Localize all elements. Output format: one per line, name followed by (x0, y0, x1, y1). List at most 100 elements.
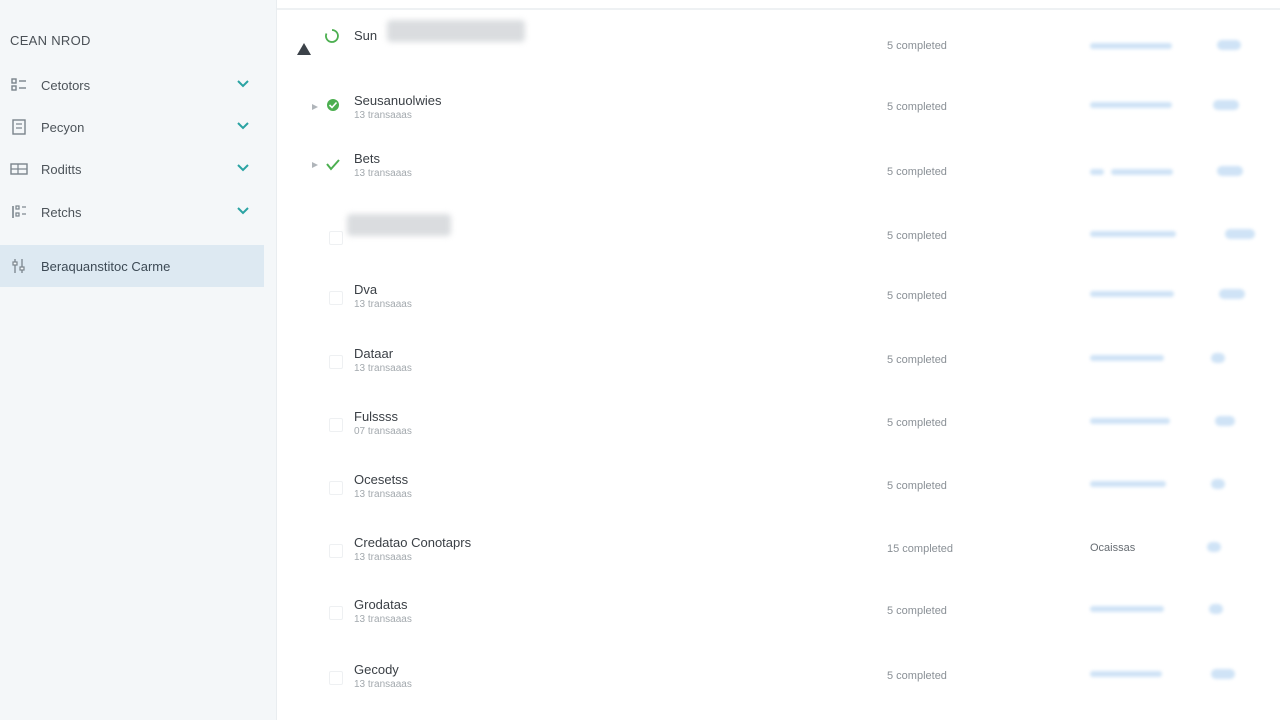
app-window: CEAN NROD Cetotors Pecyon Roditts Retchs… (0, 0, 1280, 720)
columns-icon (10, 203, 28, 221)
chevron-down-icon[interactable] (236, 204, 250, 218)
progress-bar (1090, 102, 1172, 108)
sidebar-item-label: Roditts (41, 161, 82, 177)
list-icon (10, 76, 28, 94)
row-checkbox[interactable] (329, 291, 343, 305)
action-chip[interactable] (1211, 479, 1225, 489)
warning-icon[interactable] (297, 42, 311, 56)
sidebar-header: CEAN NROD (10, 33, 91, 48)
list-item[interactable]: Grodatas 13 transaaas 5 completed (277, 597, 1280, 653)
divider (277, 8, 1280, 10)
sidebar-item-cetotors[interactable]: Cetotors (0, 65, 264, 105)
item-progress: 15 completed (887, 543, 954, 555)
chevron-down-icon[interactable] (236, 119, 250, 133)
list-item[interactable]: Credatao Conotaprs 13 transaaas 15 compl… (277, 535, 1280, 591)
row-checkbox[interactable] (329, 418, 343, 432)
sidebar-item-retchs[interactable]: Retchs (0, 192, 264, 232)
settings-icon (10, 257, 28, 275)
row-checkbox[interactable] (329, 544, 343, 558)
item-name: Dva (354, 282, 378, 297)
item-name: Bets (354, 151, 381, 166)
list-item[interactable]: Dataar 13 transaaas 5 completed (277, 346, 1280, 402)
sidebar-item-label: Cetotors (41, 77, 91, 93)
progress-bar (1111, 169, 1173, 175)
expand-caret-icon[interactable] (311, 161, 319, 169)
item-subtitle: 07 transaaas (354, 426, 412, 437)
action-chip[interactable] (1217, 40, 1241, 50)
sidebar-item-label: Beraquanstitoc Carme (41, 258, 171, 274)
item-name: Credatao Conotaprs (354, 535, 472, 550)
row-checkbox[interactable] (329, 481, 343, 495)
progress-bar (1090, 43, 1172, 49)
progress-bar (1090, 291, 1174, 297)
item-name: Fulssss (354, 409, 399, 424)
row-checkbox[interactable] (329, 671, 343, 685)
list-item[interactable]: Dva 13 transaaas 5 completed (277, 282, 1280, 338)
item-progress: 5 completed (887, 670, 947, 682)
item-subtitle: 13 transaaas (354, 168, 412, 179)
item-name: Dataar (354, 346, 394, 361)
item-subtitle: 13 transaaas (354, 363, 412, 374)
item-subtitle: 13 transaaas (354, 552, 412, 563)
chevron-down-icon[interactable] (236, 77, 250, 91)
redacted-name (347, 214, 451, 236)
sidebar-item-label: Retchs (41, 204, 82, 220)
item-name: Sun (354, 28, 378, 43)
item-progress: 5 completed (887, 417, 947, 429)
action-chip[interactable] (1225, 229, 1255, 239)
sidebar-item-roditts[interactable]: Roditts (0, 149, 264, 189)
action-chip[interactable] (1217, 166, 1243, 176)
progress-bar (1090, 671, 1162, 677)
list-item[interactable]: Ocesetss 13 transaaas 5 completed (277, 472, 1280, 528)
action-chip[interactable] (1211, 669, 1235, 679)
action-chip[interactable] (1209, 604, 1223, 614)
loading-spinner-icon (324, 28, 340, 44)
action-chip[interactable] (1211, 353, 1225, 363)
item-subtitle: 13 transaaas (354, 110, 412, 121)
progress-bar (1090, 231, 1176, 237)
item-name: Gecody (354, 662, 399, 677)
action-chip[interactable] (1213, 100, 1239, 110)
list-item[interactable]: Gecody 13 transaaas 5 completed (277, 662, 1280, 718)
document-icon (10, 118, 28, 136)
progress-bar (1090, 606, 1164, 612)
item-progress: 5 completed (887, 605, 947, 617)
item-name: Ocesetss (354, 472, 409, 487)
item-subtitle: 13 transaaas (354, 614, 412, 625)
item-progress: 5 completed (887, 166, 947, 178)
item-progress: 5 completed (887, 40, 947, 52)
progress-bar (1090, 418, 1170, 424)
item-progress: 5 completed (887, 230, 947, 242)
item-status-text: Ocaissas (1090, 542, 1136, 554)
list-item[interactable]: Seusanuolwies 13 transaaas 5 completed (277, 93, 1280, 149)
list-item[interactable]: Sun 5 completed (277, 20, 1280, 84)
list-item[interactable]: 5 completed (277, 214, 1280, 278)
item-name: Grodatas (354, 597, 408, 612)
action-chip[interactable] (1219, 289, 1245, 299)
list-item[interactable]: Bets 13 transaaas 5 completed (277, 151, 1280, 207)
action-chip[interactable] (1207, 542, 1221, 552)
action-chip[interactable] (1215, 416, 1235, 426)
sidebar-item-active[interactable]: Beraquanstitoc Carme (0, 245, 264, 287)
progress-bar (1090, 355, 1164, 361)
row-checkbox[interactable] (329, 231, 343, 245)
expand-caret-icon[interactable] (311, 103, 319, 111)
grid-icon (10, 160, 28, 178)
sidebar-item-label: Pecyon (41, 119, 85, 135)
sidebar: CEAN NROD Cetotors Pecyon Roditts Retchs… (0, 0, 277, 720)
item-progress: 5 completed (887, 354, 947, 366)
item-subtitle: 13 transaaas (354, 679, 412, 690)
job-list: Sun 5 completed Seusanuolwies 13 transaa… (277, 0, 1280, 720)
progress-bar (1090, 481, 1166, 487)
item-name: Seusanuolwies (354, 93, 442, 108)
row-checkbox[interactable] (329, 606, 343, 620)
progress-bar (1090, 169, 1104, 175)
item-subtitle: 13 transaaas (354, 299, 412, 310)
row-checkbox[interactable] (329, 355, 343, 369)
item-progress: 5 completed (887, 480, 947, 492)
item-progress: 5 completed (887, 101, 947, 113)
sidebar-item-pecyon[interactable]: Pecyon (0, 107, 264, 147)
list-item[interactable]: Fulssss 07 transaaas 5 completed (277, 409, 1280, 465)
item-subtitle: 13 transaaas (354, 489, 412, 500)
chevron-down-icon[interactable] (236, 161, 250, 175)
